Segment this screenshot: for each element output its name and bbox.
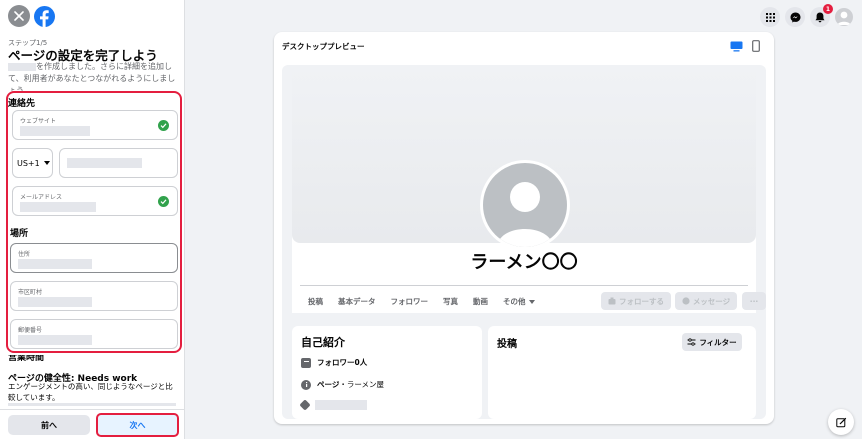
location-heading: 場所: [10, 229, 29, 239]
email-field[interactable]: メールアドレス: [12, 186, 178, 216]
intro-card: 自己紹介 フォロワー0人 ページ・ラーメン屋: [292, 326, 482, 419]
tab-more-label: その他: [503, 297, 526, 306]
page-header: ラーメン〇〇 投稿 基本データ フォロワー 写真 動画 その他 フォローする メ…: [292, 65, 766, 313]
website-field[interactable]: ウェブサイト: [12, 110, 178, 140]
mobile-icon: [752, 40, 760, 52]
messenger-icon: [790, 12, 800, 22]
email-label: メールアドレス: [20, 194, 63, 201]
compose-button[interactable]: [828, 409, 854, 435]
message-label: メッセージ: [692, 296, 731, 306]
address-value: [18, 259, 92, 269]
filter-icon: [687, 338, 696, 346]
address-label: 住所: [18, 251, 31, 258]
messenger-button[interactable]: [785, 7, 805, 27]
contact-location-form: ウェブサイト US+1 メールアドレス 場所 住所 市区町村 郵便番号: [6, 91, 182, 353]
location-pin-icon: [299, 399, 311, 411]
facebook-logo-icon[interactable]: [34, 5, 55, 27]
phone-field[interactable]: [59, 148, 178, 178]
filter-label: フィルター: [699, 337, 737, 347]
city-value: [18, 297, 92, 307]
tabs-divider: [300, 285, 748, 286]
city-field[interactable]: 市区町村: [10, 281, 178, 311]
check-icon: [158, 120, 169, 131]
posts-card: 投稿 フィルター: [488, 326, 756, 419]
redacted-page-name: [8, 62, 36, 71]
menu-button[interactable]: [760, 7, 780, 27]
notification-badge: 1: [823, 4, 833, 14]
close-button[interactable]: [8, 5, 30, 27]
desktop-preview-card: デスクトッププレビュー ラーメン〇〇 投稿 基本データ フォロワー 写真 動画 …: [274, 32, 774, 424]
city-label: 市区町村: [18, 289, 43, 296]
category-value: ・ラーメン屋: [339, 380, 385, 389]
phone-value: [67, 158, 142, 168]
grid-menu-icon: [765, 12, 775, 22]
desktop-icon: [730, 41, 742, 51]
user-silhouette-icon: [497, 182, 553, 247]
user-avatar-icon: [837, 11, 851, 25]
intro-title: 自己紹介: [301, 336, 345, 349]
tab-posts[interactable]: 投稿: [308, 296, 323, 307]
preview-title: デスクトッププレビュー: [282, 42, 365, 51]
profile-placeholder: [483, 163, 567, 247]
chevron-down-icon: [43, 161, 50, 165]
sidebar-footer: 前へ 次へ: [0, 409, 184, 439]
filter-button[interactable]: フィルター: [682, 333, 742, 351]
edit-icon: [835, 417, 846, 427]
bell-icon: [815, 12, 825, 22]
follow-icon: [608, 297, 616, 305]
followers-count: フォロワー0人: [317, 358, 368, 367]
page-tabs: 投稿 基本データ フォロワー 写真 動画 その他: [308, 296, 535, 307]
followers-icon: [301, 357, 311, 368]
hours-heading: 営業時間: [8, 355, 45, 361]
follow-button[interactable]: フォローする: [601, 292, 671, 310]
mobile-view-button[interactable]: [749, 40, 763, 52]
page-preview: ラーメン〇〇 投稿 基本データ フォロワー 写真 動画 その他 フォローする メ…: [282, 65, 766, 419]
zip-label: 郵便番号: [18, 327, 43, 334]
email-value: [20, 202, 96, 212]
tab-more[interactable]: その他: [503, 296, 535, 307]
next-button[interactable]: 次へ: [96, 413, 179, 437]
followers-row: フォロワー0人: [301, 357, 367, 368]
page-name: ラーメン〇〇: [470, 252, 578, 273]
tab-about[interactable]: 基本データ: [338, 296, 376, 307]
zip-value: [18, 335, 92, 345]
setup-sidebar: ステップ1/5 ページの設定を完了しよう を作成しました。さらに詳細を追加して、…: [0, 0, 185, 439]
close-icon: [14, 11, 24, 21]
category-text: ページ・ラーメン屋: [317, 379, 384, 390]
country-code-value: US+1: [17, 158, 40, 168]
check-icon: [158, 196, 169, 207]
more-options-button[interactable]: ···: [742, 292, 766, 310]
page-health-description: エンゲージメントの高い、同じようなページと比較しています。: [8, 382, 173, 402]
tab-videos[interactable]: 動画: [473, 296, 488, 307]
profile-picture: [480, 160, 570, 250]
notifications-button[interactable]: 1: [810, 4, 833, 27]
website-value: [20, 126, 90, 136]
messenger-icon: [682, 297, 690, 305]
account-avatar[interactable]: [835, 8, 853, 26]
info-icon: [301, 379, 311, 390]
sidebar-description: を作成しました。さらに詳細を追加して、利用者があなたとつながれるようにしましょう…: [8, 62, 176, 91]
sidebar-top-icons: [8, 5, 55, 27]
posts-title: 投稿: [497, 339, 517, 350]
health-progress-bar: [8, 403, 176, 406]
zip-field[interactable]: 郵便番号: [10, 319, 178, 349]
tab-photos[interactable]: 写真: [443, 296, 458, 307]
location-row: [299, 399, 367, 411]
address-field[interactable]: 住所: [10, 243, 178, 273]
country-code-select[interactable]: US+1: [12, 148, 53, 178]
location-value: [315, 400, 367, 410]
follow-label: フォローする: [619, 296, 664, 306]
message-button[interactable]: メッセージ: [675, 292, 737, 310]
tab-followers[interactable]: フォロワー: [391, 296, 429, 307]
desktop-view-button[interactable]: [729, 40, 743, 52]
chevron-down-icon: [528, 299, 535, 304]
previous-button[interactable]: 前へ: [8, 415, 90, 435]
website-label: ウェブサイト: [20, 118, 57, 125]
category-row: ページ・ラーメン屋: [301, 379, 384, 390]
page-prefix: ページ: [317, 380, 340, 389]
